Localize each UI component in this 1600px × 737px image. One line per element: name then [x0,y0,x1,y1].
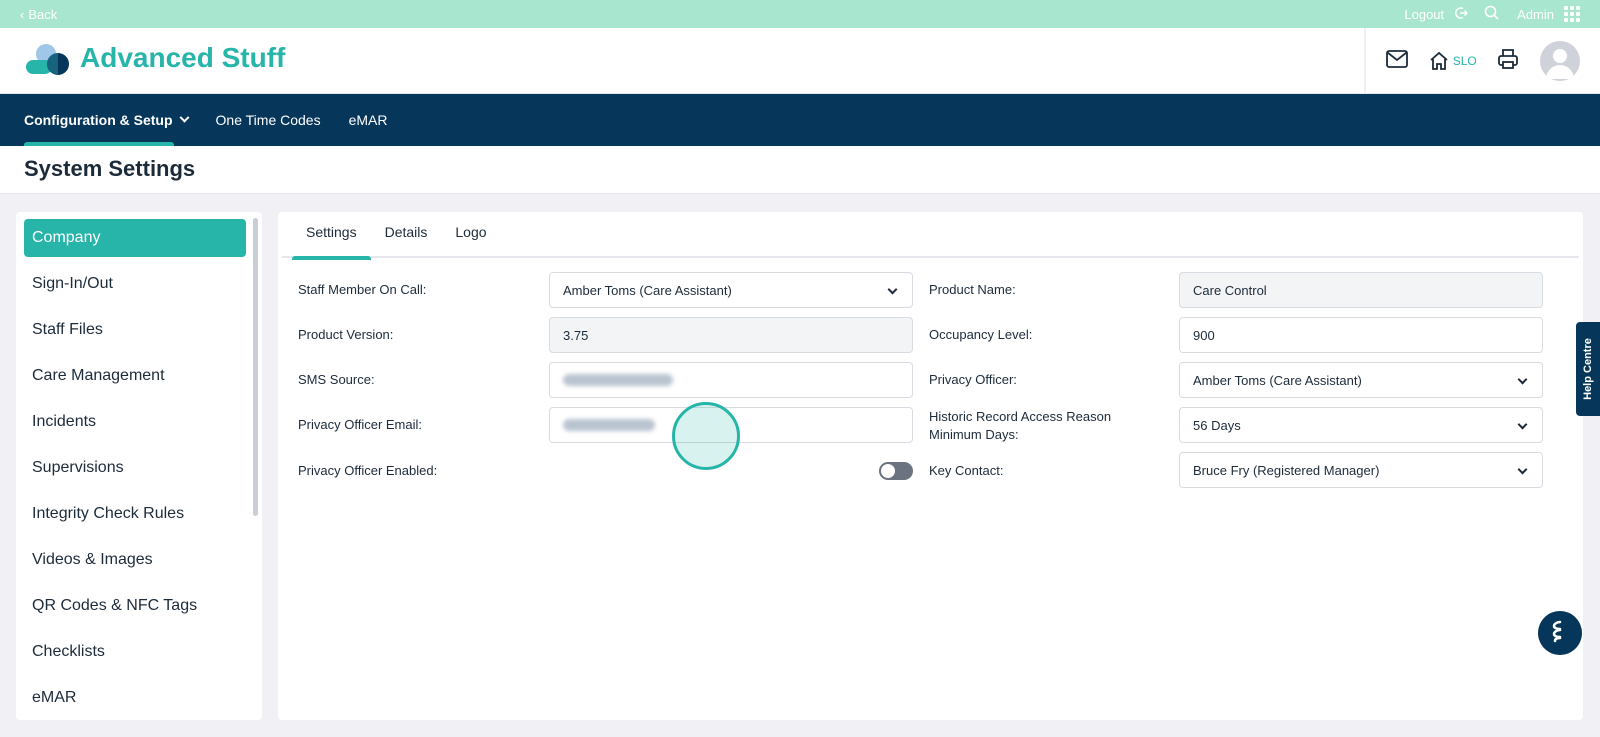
click-indicator [672,402,740,470]
nav-one-time-codes[interactable]: One Time Codes [216,94,321,146]
logout-link[interactable]: Logout [1404,7,1444,22]
page-title-bar: System Settings [0,146,1600,194]
tab-details[interactable]: Details [371,212,442,258]
product-name-value: Care Control [1193,282,1267,298]
admin-menu[interactable]: Admin [1517,7,1554,22]
settings-panel: Settings Details Logo Staff Member On Ca… [278,212,1583,720]
help-centre-tab[interactable]: Help Centre [1576,322,1600,416]
product-version-field: 3.75 [549,317,913,353]
staff-on-call-select[interactable]: Amber Toms (Care Assistant) [549,272,913,308]
privacy-officer-email-label: Privacy Officer Email: [298,417,423,432]
sidebar-item-supervisions[interactable]: Supervisions [24,449,246,487]
sidebar-item-care-management[interactable]: Care Management [24,357,246,395]
historic-record-label-line2: Minimum Days: [929,427,1019,442]
sidebar-item-staff-files[interactable]: Staff Files [24,311,246,349]
sidebar-item-integrity-check-rules[interactable]: Integrity Check Rules [24,495,246,533]
chat-support-button[interactable] [1538,611,1582,655]
logout-icon[interactable] [1454,6,1469,23]
chevron-left-icon: ‹ [20,6,25,22]
redacted-value [563,374,673,386]
page-title: System Settings [24,156,196,181]
sidebar-scrollbar[interactable] [253,218,258,516]
chevron-down-icon [1517,419,1528,430]
privacy-officer-value: Amber Toms (Care Assistant) [1193,372,1362,388]
help-centre-label: Help Centre [1582,338,1594,400]
key-contact-value: Bruce Fry (Registered Manager) [1193,462,1380,478]
settings-sidebar: Company Sign-In/Out Staff Files Care Man… [16,212,262,720]
user-avatar[interactable] [1539,41,1580,81]
privacy-officer-select[interactable]: Amber Toms (Care Assistant) [1179,362,1543,398]
key-contact-select[interactable]: Bruce Fry (Registered Manager) [1179,452,1543,488]
historic-record-label-line1: Historic Record Access Reason [929,409,1112,424]
home-icon [1430,51,1448,70]
occupancy-level-label: Occupancy Level: [929,327,1033,342]
main-nav: Configuration & Setup One Time Codes eMA… [0,94,1600,146]
staff-on-call-label: Staff Member On Call: [298,282,427,297]
sidebar-item-qr-codes-nfc-tags[interactable]: QR Codes & NFC Tags [24,587,246,625]
sidebar-item-sign-in-out[interactable]: Sign-In/Out [24,265,246,303]
apps-grid-icon[interactable] [1564,6,1580,22]
print-icon[interactable] [1497,48,1519,75]
sms-source-label: SMS Source: [298,372,375,387]
chat-logo-icon [1552,620,1562,643]
sidebar-item-emar[interactable]: eMAR [24,679,246,717]
sms-source-input[interactable] [549,362,913,398]
tab-settings[interactable]: Settings [292,212,371,260]
chevron-down-icon [887,284,898,295]
sidebar-item-company[interactable]: Company [24,219,246,257]
nav-label: One Time Codes [215,112,321,128]
back-link[interactable]: ‹ Back [20,7,57,22]
chevron-down-icon [1517,464,1528,475]
nav-label: Configuration & Setup [24,112,173,128]
privacy-officer-label: Privacy Officer: [929,372,1017,387]
nav-configuration-setup[interactable]: Configuration & Setup [24,94,189,146]
historic-record-value: 56 Days [1193,417,1241,433]
historic-record-select[interactable]: 56 Days [1179,407,1543,443]
redacted-value [563,419,655,431]
occupancy-level-value: 900 [1193,327,1215,343]
brand-logo-icon[interactable] [24,42,72,78]
location-label: SLO [1452,54,1477,68]
product-version-value: 3.75 [563,327,589,343]
top-bar: ‹ Back Logout Admin [0,0,1600,28]
back-label: Back [28,6,58,22]
privacy-officer-enabled-toggle[interactable] [879,462,913,480]
occupancy-level-input[interactable]: 900 [1179,317,1543,353]
chevron-down-icon [1517,374,1528,385]
staff-on-call-value: Amber Toms (Care Assistant) [563,282,732,298]
search-icon[interactable] [1484,5,1499,23]
mail-icon[interactable] [1386,49,1409,73]
nav-emar[interactable]: eMAR [349,94,388,146]
privacy-officer-enabled-label: Privacy Officer Enabled: [298,463,438,478]
brand-name: Advanced Stuff [80,42,286,73]
settings-tabs: Settings Details Logo [282,212,1579,260]
location-selector[interactable]: SLO [1429,51,1477,71]
sidebar-item-checklists[interactable]: Checklists [24,633,246,671]
key-contact-label: Key Contact: [929,463,1004,478]
app-header: Advanced Stuff SLO [0,28,1600,94]
tab-logo[interactable]: Logo [441,212,500,258]
sidebar-item-videos-images[interactable]: Videos & Images [24,541,246,579]
product-name-field: Care Control [1179,272,1543,308]
product-version-label: Product Version: [298,327,394,342]
sidebar-item-incidents[interactable]: Incidents [24,403,246,441]
product-name-label: Product Name: [929,282,1016,297]
historic-record-label: Historic Record Access Reason Minimum Da… [929,408,1111,444]
nav-label: eMAR [348,112,388,128]
chevron-down-icon [179,112,189,123]
